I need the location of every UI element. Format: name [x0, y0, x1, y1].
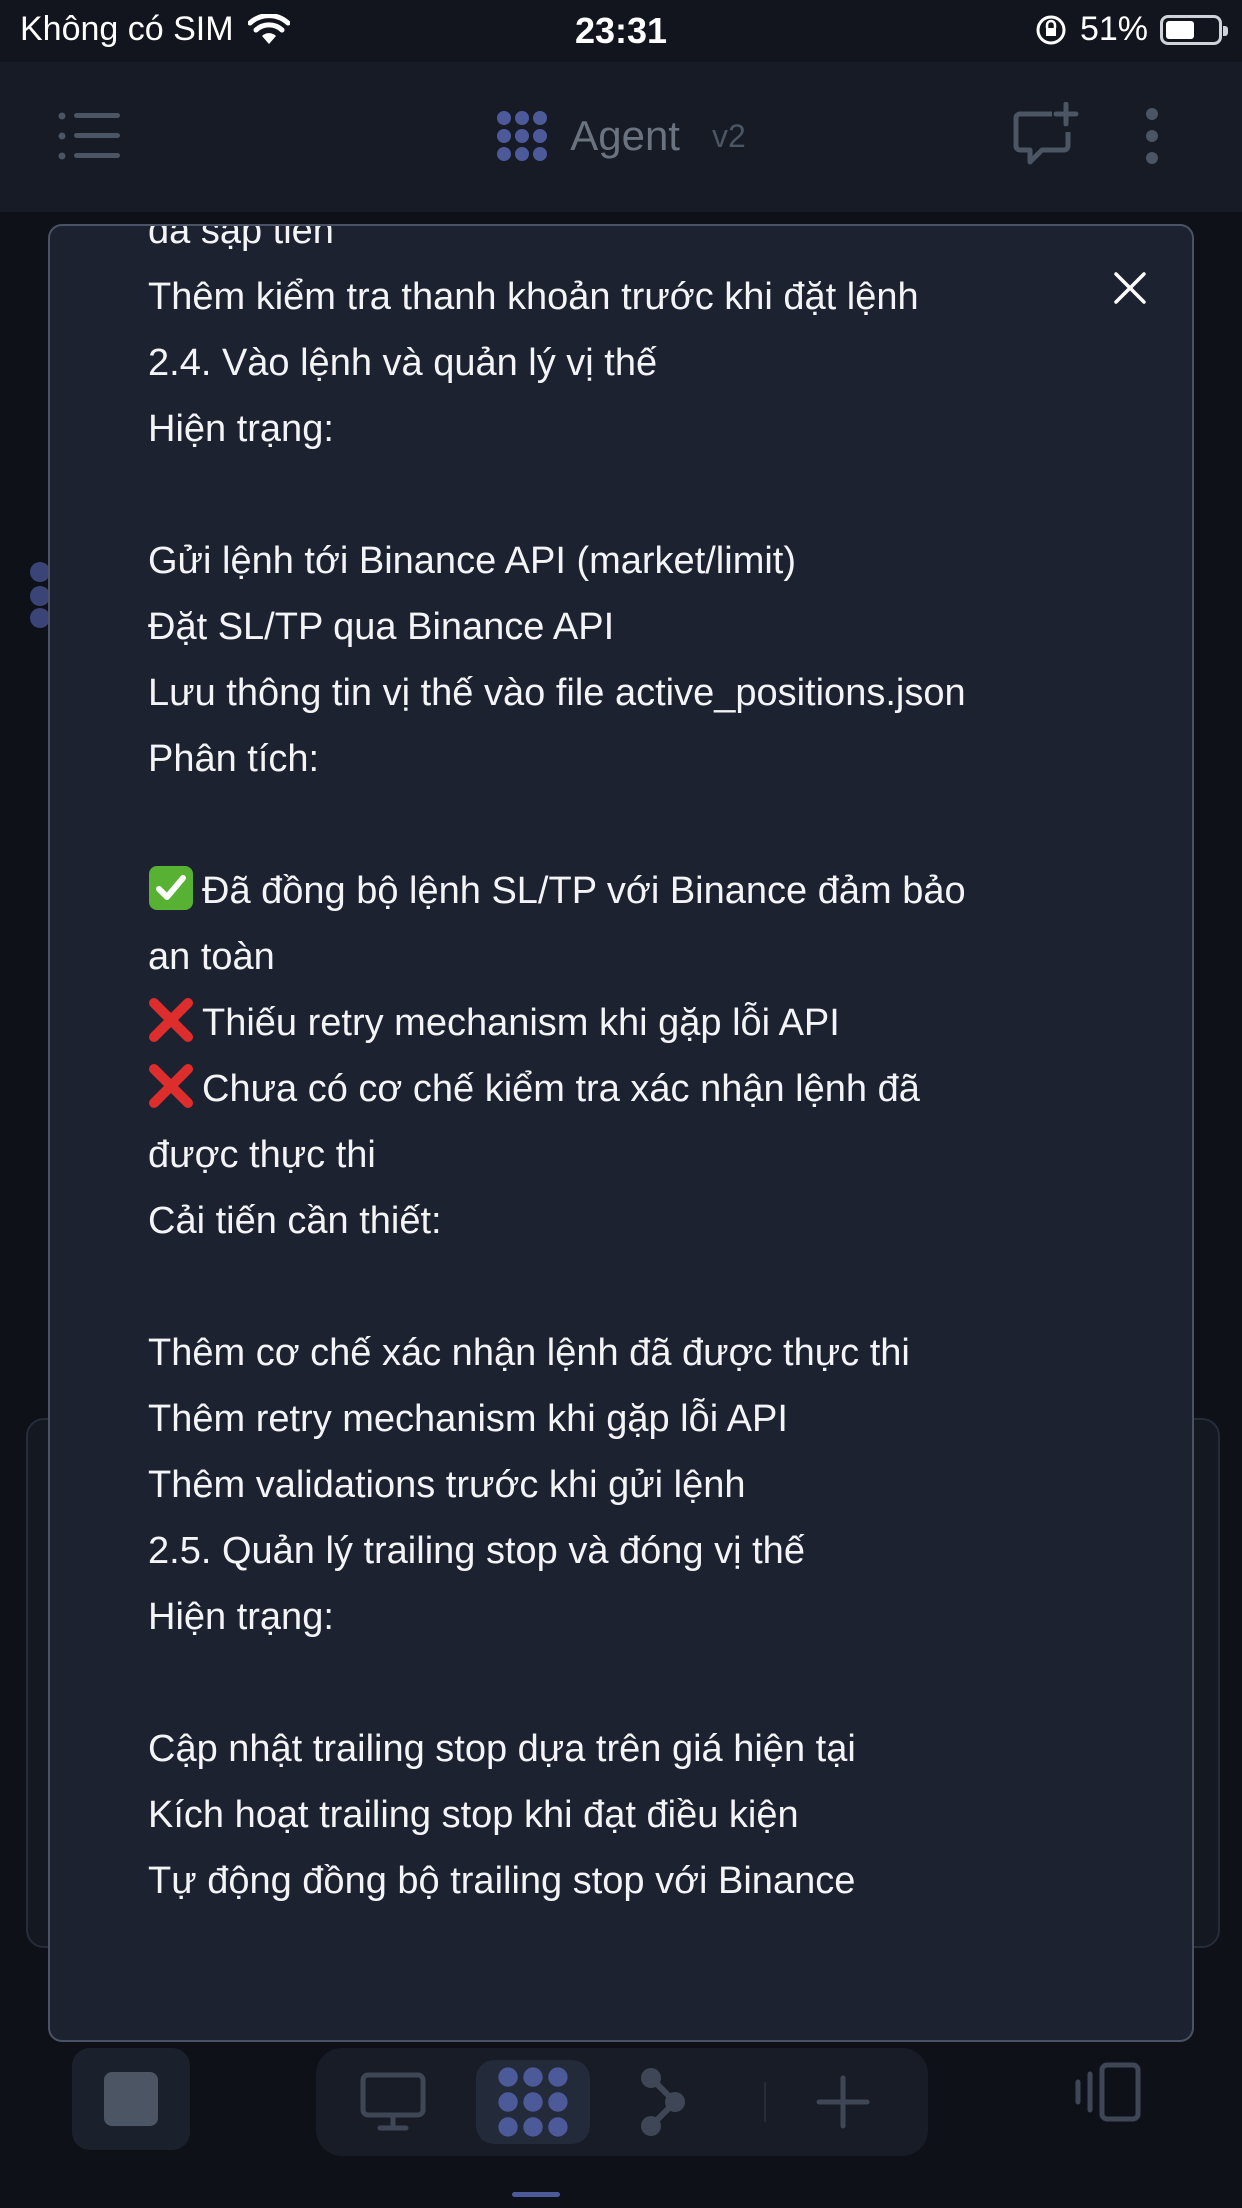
- dialog-line-text: Đã đồng bộ lệnh SL/TP với Binance đảm bả…: [202, 870, 966, 912]
- dialog-line-text: Đặt SL/TP qua Binance API: [148, 606, 615, 648]
- app-version: v2: [711, 117, 746, 154]
- dialog-line-text: Gửi lệnh tới Binance API (market/limit): [148, 540, 797, 582]
- monitor-button[interactable]: [336, 2060, 450, 2144]
- stop-icon: [104, 2072, 158, 2126]
- dialog-line-text: 2.5. Quản lý trailing stop và đóng vị th…: [148, 1530, 805, 1572]
- app-title: Agent: [570, 112, 680, 159]
- dialog-line-text: Cập nhật trailing stop dựa trên giá hiện…: [148, 1728, 856, 1770]
- dialog-text-line: Thêm kiểm tra thanh khoản trước khi đặt …: [148, 264, 1128, 330]
- bottom-dock: [316, 2048, 928, 2156]
- more-vertical-icon[interactable]: [1140, 106, 1164, 166]
- dialog-line-text: Thiếu retry mechanism khi gặp lỗi API: [202, 1002, 840, 1044]
- agent-logo-icon: [498, 2067, 568, 2137]
- dock-divider: [764, 2082, 766, 2122]
- monitor-icon: [360, 2072, 426, 2131]
- new-chat-icon[interactable]: [1012, 102, 1080, 168]
- stop-button[interactable]: [72, 2048, 190, 2150]
- dialog-text-line: [148, 1254, 1128, 1320]
- dialog-text-line: Cập nhật trailing stop dựa trên giá hiện…: [148, 1716, 1128, 1782]
- dialog-line-text: Thêm kiểm tra thanh khoản trước khi đặt …: [148, 276, 919, 318]
- dialog-text-line: Thêm retry mechanism khi gặp lỗi API: [148, 1386, 1128, 1452]
- dialog-text-line: Lưu thông tin vị thế vào file active_pos…: [148, 660, 1128, 726]
- dialog-line-text: Lưu thông tin vị thế vào file active_pos…: [148, 672, 966, 714]
- dialog-line-text: 2.4. Vào lệnh và quản lý vị thế: [148, 342, 658, 384]
- dialog-text-line: Thiếu retry mechanism khi gặp lỗi API: [148, 990, 1128, 1056]
- dialog-line-text: Thêm retry mechanism khi gặp lỗi API: [148, 1398, 788, 1440]
- close-icon[interactable]: [1110, 268, 1150, 308]
- dialog-text-line: 2.4. Vào lệnh và quản lý vị thế: [148, 330, 1128, 396]
- dialog-text-line: Cải tiến cần thiết:: [148, 1188, 1128, 1254]
- dialog-text-line: Hiện trạng:: [148, 1584, 1128, 1650]
- dialog-text-line: Thêm cơ chế xác nhận lệnh đã được thực t…: [148, 1320, 1128, 1386]
- dialog-text-line: [148, 792, 1128, 858]
- dialog-text-line: an toàn: [148, 924, 1128, 990]
- dialog-text-line: Đặt SL/TP qua Binance API: [148, 594, 1128, 660]
- dialog-line-text: an toàn: [148, 936, 275, 978]
- text-dialog: đã sập tiền Thêm kiểm tra thanh khoản trư…: [48, 224, 1194, 2042]
- dialog-text-line: Tự động đồng bộ trailing stop với Binanc…: [148, 1848, 1128, 1914]
- battery-percentage: 51%: [1079, 10, 1148, 48]
- home-indicator: [512, 2192, 560, 2197]
- check-mark-emoji-icon: [149, 866, 193, 910]
- dialog-line-text: Tự động đồng bộ trailing stop với Binanc…: [148, 1860, 856, 1902]
- dialog-text-line: Phân tích:: [148, 726, 1128, 792]
- dialog-line-text: được thực thi: [148, 1134, 376, 1176]
- agent-tab-button[interactable]: [476, 2060, 590, 2144]
- workflow-button[interactable]: [606, 2060, 720, 2144]
- status-bar: Không có SIM 23:31 51%: [0, 0, 1242, 62]
- cross-mark-emoji-icon: [149, 998, 193, 1042]
- cross-mark-emoji-icon: [149, 1064, 193, 1108]
- app-header: Agent v2: [0, 62, 1242, 212]
- split-view-icon[interactable]: [1072, 2062, 1142, 2122]
- dialog-text-line: [148, 462, 1128, 528]
- dialog-line-text: Hiện trạng:: [148, 1596, 334, 1638]
- dialog-line-text: Cải tiến cần thiết:: [148, 1200, 442, 1242]
- dialog-line-text: Phân tích:: [148, 738, 320, 780]
- plus-icon: [816, 2075, 870, 2129]
- dialog-line-text: Thêm cơ chế xác nhận lệnh đã được thực t…: [148, 1332, 910, 1374]
- dialog-text-line: Thêm validations trước khi gửi lệnh: [148, 1452, 1128, 1518]
- dialog-text-line: Kích hoạt trailing stop khi đạt điều kiệ…: [148, 1782, 1128, 1848]
- dialog-text-line: [148, 1650, 1128, 1716]
- dialog-text-line: Gửi lệnh tới Binance API (market/limit): [148, 528, 1128, 594]
- dialog-line-text: đã sập tiền: [148, 224, 334, 252]
- dialog-text-line: Đã đồng bộ lệnh SL/TP với Binance đảm bả…: [148, 858, 1128, 924]
- dialog-text-line: 2.5. Quản lý trailing stop và đóng vị th…: [148, 1518, 1128, 1584]
- agent-logo-icon: [497, 111, 548, 161]
- orientation-lock-icon: [1036, 15, 1066, 44]
- dialog-text-line: Chưa có cơ chế kiểm tra xác nhận lệnh đã: [148, 1056, 1128, 1122]
- dialog-text-line: đã sập tiền: [148, 224, 1128, 264]
- dialog-text-line: Hiện trạng:: [148, 396, 1128, 462]
- dialog-line-text: Hiện trạng:: [148, 408, 334, 450]
- dialog-line-text: Thêm validations trước khi gửi lệnh: [148, 1464, 746, 1506]
- add-button[interactable]: [786, 2060, 900, 2144]
- dialog-text-line: được thực thi: [148, 1122, 1128, 1188]
- dialog-line-text: Chưa có cơ chế kiểm tra xác nhận lệnh đã: [202, 1068, 920, 1110]
- battery-icon: [1160, 14, 1228, 45]
- workflow-icon: [641, 2068, 685, 2136]
- dialog-line-text: Kích hoạt trailing stop khi đạt điều kiệ…: [148, 1794, 799, 1836]
- dialog-text-content: đã sập tiền Thêm kiểm tra thanh khoản trư…: [148, 224, 1128, 1914]
